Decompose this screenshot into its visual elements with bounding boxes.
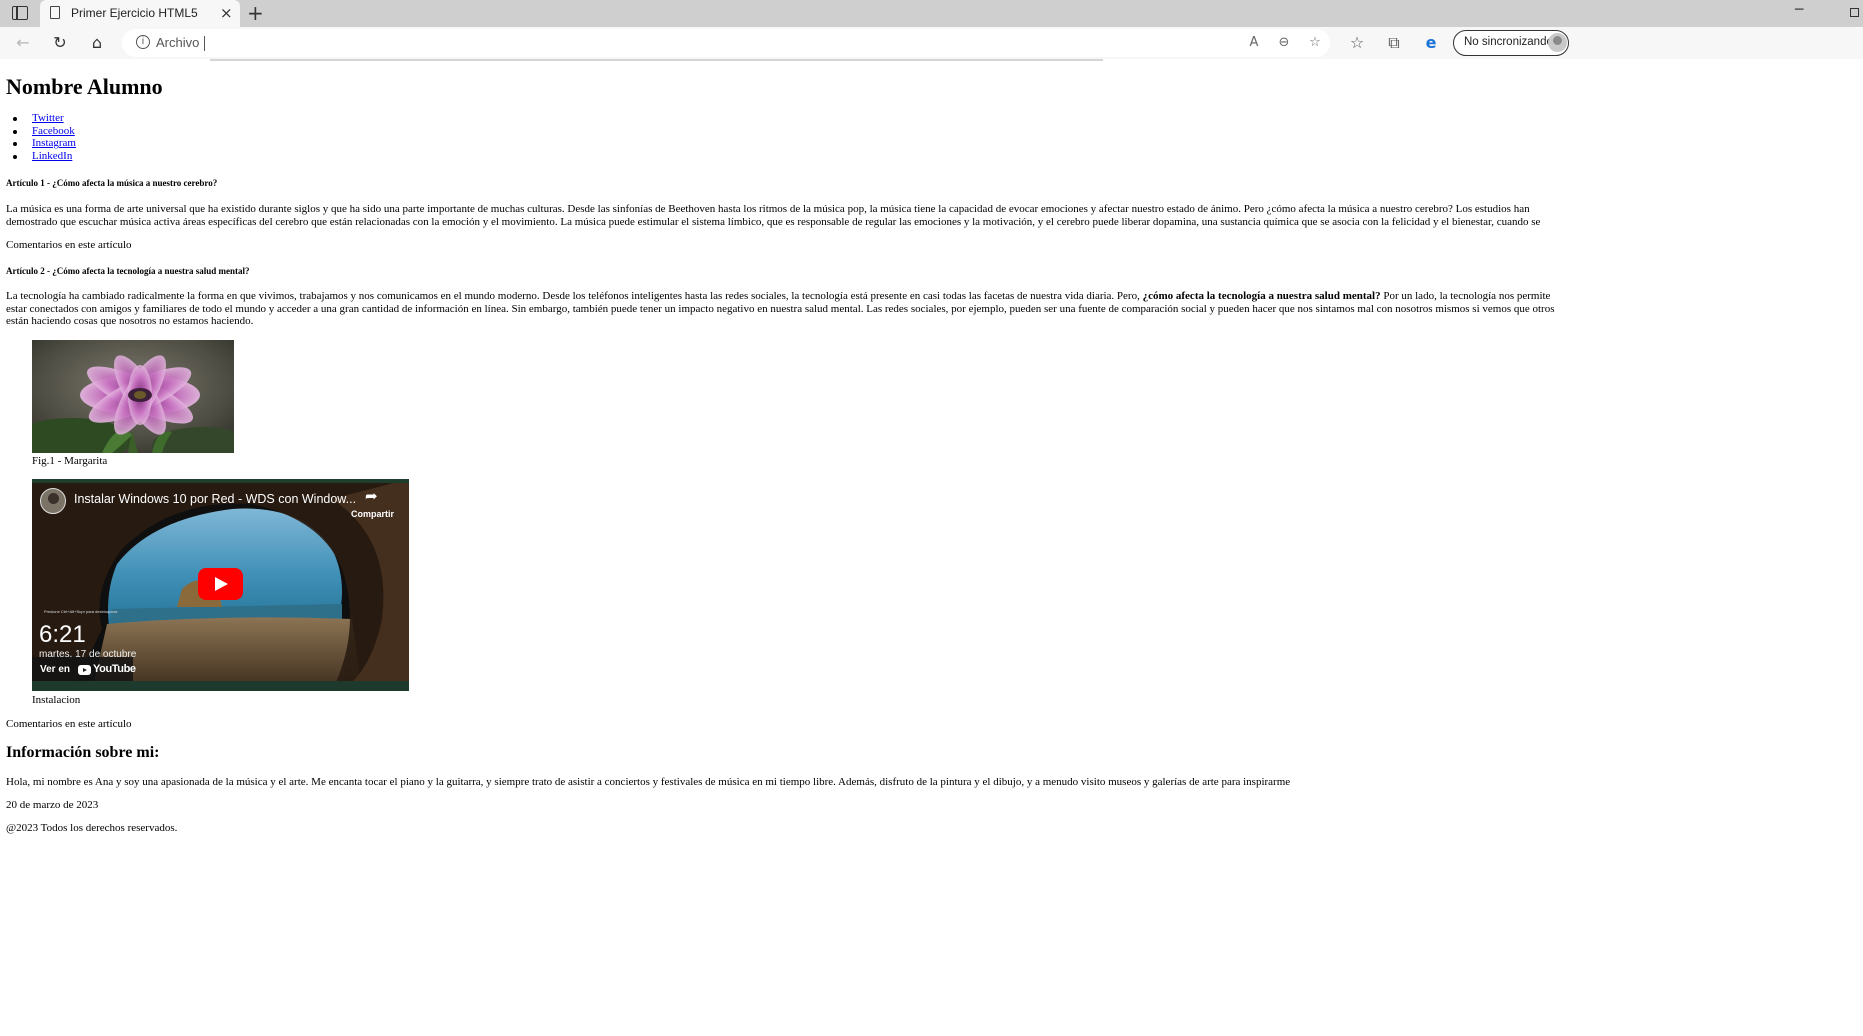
restore-icon[interactable] [1850,8,1859,17]
back-icon[interactable]: ← [12,32,34,54]
active-tab[interactable]: Primer Ejercicio HTML5 × [40,0,240,27]
lock-screen-time: 6:21 [39,621,86,648]
about-heading: Información sobre mi: [6,744,160,761]
linkedin-link[interactable]: LinkedIn [32,150,72,162]
favorites-icon[interactable]: ☆ [1346,32,1368,54]
refresh-icon[interactable]: ↻ [49,32,71,54]
article2-text-start: La tecnología ha cambiado radicalmente l… [6,290,1143,302]
article2-title: Artículo 2 - ¿Cómo afecta la tecnología … [6,266,250,276]
article1-comments: Comentarios en este artículo [6,239,132,251]
article2-bold-question: ¿cómo afecta la tecnología a nuestra sal… [1142,290,1381,302]
figure-caption: Fig.1 - Margarita [32,455,108,467]
facebook-link[interactable]: Facebook [32,125,75,137]
twitter-link[interactable]: Twitter [32,112,64,124]
youtube-icon [78,665,91,675]
footer-copyright: @2023 Todos los derechos reservados. [6,822,178,834]
video-taskbar-strip [32,681,409,691]
share-button[interactable]: Compartir [351,509,394,519]
info-icon[interactable]: i [136,35,150,49]
home-icon[interactable]: ⌂ [86,32,108,54]
nav-item-facebook: Facebook [13,125,76,138]
tab-title: Primer Ejercicio HTML5 [71,6,198,20]
add-favorite-icon[interactable]: ☆ [1305,33,1325,53]
instagram-link[interactable]: Instagram [32,137,76,149]
nav-item-twitter: Twitter [13,112,76,125]
article2-paragraph: La tecnología ha cambiado radicalmente l… [6,290,1569,329]
channel-avatar[interactable] [40,488,66,514]
youtube-wordmark: YouTube [93,663,136,675]
close-icon[interactable]: × [220,3,233,23]
watch-on-label: Ver en [40,664,71,675]
minimize-icon[interactable]: ─ [1795,2,1803,18]
watch-on-youtube-button[interactable]: Ver en YouTube [32,657,136,683]
margarita-image [32,340,234,453]
extension-icon[interactable]: e [1420,32,1442,54]
zoom-out-icon[interactable]: ⊖ [1274,33,1294,53]
address-cursor [204,36,205,51]
profile-button[interactable]: No sincronizando [1453,30,1569,56]
flower-icon [32,340,234,453]
video-title[interactable]: Instalar Windows 10 por Red - WDS con Wi… [74,492,356,506]
youtube-video[interactable]: Instalar Windows 10 por Red - WDS con Wi… [32,479,409,691]
read-aloud-icon[interactable]: A [1244,33,1264,53]
collections-icon[interactable]: ⧉ [1383,32,1405,54]
about-text: Hola, mi nombre es Ana y soy una apasion… [6,776,1291,788]
article2-comments: Comentarios en este artículo [6,718,132,730]
video-caption: Instalacion [32,694,81,706]
address-label: Archivo [156,35,200,50]
nav-item-linkedin: LinkedIn [13,150,76,163]
avatar [1548,33,1567,52]
share-icon[interactable]: ➦ [365,487,378,505]
play-button[interactable] [198,568,243,600]
page-load-bar [210,59,1103,61]
lock-screen-hint: Presione Ctrl+Alt+Supr para desbloquear. [44,609,119,614]
profile-label: No sincronizando [1464,36,1553,48]
address-bar[interactable]: i Archivo A ⊖ ☆ [122,29,1330,57]
nav-item-instagram: Instagram [13,137,76,150]
browser-toolbar: ← ↻ ⌂ i Archivo A ⊖ ☆ ☆ ⧉ e No sincroniz… [0,27,1863,59]
article1-title: Artículo 1 - ¿Cómo afecta la música a nu… [6,178,218,188]
tab-bar: Primer Ejercicio HTML5 × + ─ [0,0,1863,27]
new-tab-icon[interactable]: + [247,1,264,25]
article1-paragraph: La música es una forma de arte universal… [6,203,1541,229]
page-title: Nombre Alumno [6,74,163,99]
tab-actions-icon[interactable] [12,6,28,20]
page-icon [50,6,60,19]
about-date: 20 de marzo de 2023 [6,799,99,811]
social-nav: Twitter Facebook Instagram LinkedIn [13,112,76,163]
